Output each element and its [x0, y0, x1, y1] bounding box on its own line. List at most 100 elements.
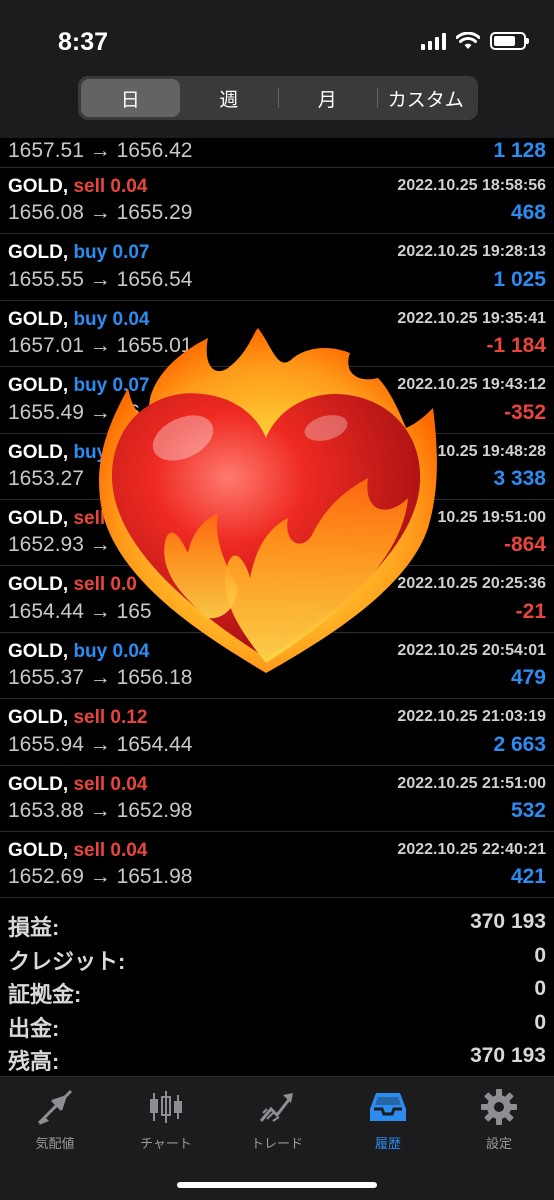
- trade-datetime: 2022.10.25 21:51:00: [397, 774, 546, 792]
- summary-row-withdrawal: 出金: 0: [0, 1007, 554, 1041]
- cellular-signal-icon: [421, 32, 446, 50]
- summary-row-deposit: 証拠金: 0: [0, 973, 554, 1007]
- trade-datetime: 2022.10.25 21:03:19: [397, 708, 546, 726]
- trade-prices: 1655.94 → 1654.44: [8, 732, 193, 756]
- summary-label: 証拠金:: [8, 982, 82, 1007]
- table-row[interactable]: GOLD, sell 0.04 2022.10.25 21:51:00 1653…: [0, 766, 554, 832]
- summary-value: 370 193: [470, 910, 546, 933]
- heart-on-fire-emoji: [99, 328, 437, 673]
- trade-profit: -1 184: [486, 334, 546, 358]
- trade-prices: 1653.88 → 1652.98: [8, 798, 193, 822]
- segment-month[interactable]: 月: [278, 79, 377, 117]
- table-row[interactable]: GOLD, sell 0.04 2022.10.25 18:58:56 1656…: [0, 168, 554, 235]
- table-row[interactable]: GOLD, sell 0.04 2022.10.25 22:40:21 1652…: [0, 832, 554, 899]
- trade-profit: 532: [510, 798, 546, 822]
- table-row[interactable]: GOLD, sell 0.12 2022.10.25 21:03:19 1655…: [0, 699, 554, 766]
- symbol-name: GOLD,: [8, 441, 69, 463]
- segment-week[interactable]: 週: [180, 79, 279, 117]
- trade-side: sell 0.04: [73, 839, 148, 861]
- symbol-name: GOLD,: [8, 176, 69, 197]
- symbol-name: GOLD,: [8, 640, 69, 662]
- symbol-name: GOLD,: [8, 839, 69, 861]
- symbol-name: GOLD,: [8, 773, 69, 795]
- trade-side: sell 0.04: [73, 773, 148, 795]
- trade-datetime: 2022.10.25 19:35:41: [397, 309, 546, 327]
- tab-settings[interactable]: 設定: [444, 1087, 554, 1152]
- segment-day[interactable]: 日: [81, 79, 180, 117]
- trade-datetime: 2022.10.25 18:58:56: [397, 177, 546, 194]
- summary-value: 0: [534, 943, 546, 967]
- trade-datetime: 10.25 19:51:00: [437, 508, 546, 526]
- symbol-name: GOLD,: [8, 308, 69, 330]
- status-bar: 8:37: [0, 0, 554, 70]
- trade-prices: 1652.69 → 1651.98: [8, 865, 193, 889]
- trade-side: buy 0.04: [73, 308, 150, 330]
- tab-history[interactable]: 履歴: [333, 1087, 443, 1152]
- trade-datetime: 10.25 19:48:28: [437, 442, 546, 460]
- tab-chart[interactable]: チャート: [111, 1087, 221, 1152]
- summary-label: 損益:: [8, 915, 60, 940]
- trade-side: buy 0.07: [73, 242, 150, 264]
- battery-icon: [490, 32, 529, 50]
- table-row[interactable]: GOLD, buy 0.07 2022.10.25 19:28:13 1655.…: [0, 234, 554, 301]
- symbol-name: GOLD,: [8, 242, 69, 264]
- wifi-icon: [456, 32, 480, 49]
- trade-symbol: GOLD, sell 0.04: [8, 840, 147, 862]
- tab-label: トレード: [250, 1136, 303, 1151]
- tab-label: 履歴: [374, 1136, 401, 1151]
- trade-trend-icon: [222, 1087, 332, 1127]
- status-time: 8:37: [58, 28, 109, 56]
- trade-profit: 468: [510, 201, 546, 225]
- tab-label: チャート: [140, 1136, 192, 1151]
- tab-quotes[interactable]: 気配値: [0, 1087, 110, 1152]
- status-icons: [421, 32, 529, 50]
- trade-profit: 1 128: [493, 139, 546, 162]
- summary-value: 370 193: [470, 1044, 546, 1067]
- trade-symbol: GOLD, buy 0.07: [8, 242, 150, 264]
- gear-icon: [444, 1087, 554, 1127]
- symbol-name: GOLD,: [8, 707, 69, 729]
- trade-prices: 1655.55 → 1656.54: [8, 267, 193, 291]
- period-selector-bar: 日 週 月 カスタム: [0, 70, 554, 138]
- trade-profit: -21: [515, 599, 546, 623]
- candlestick-chart-icon: [111, 1087, 221, 1127]
- summary-row-credit: クレジット: 0: [0, 940, 554, 974]
- home-indicator: [177, 1182, 377, 1188]
- trade-datetime: 2022.10.25 19:28:13: [397, 243, 546, 261]
- symbol-name: GOLD,: [8, 507, 69, 529]
- tab-label: 気配値: [35, 1136, 75, 1151]
- summary-value: 0: [534, 977, 546, 1000]
- tab-label: 設定: [485, 1136, 512, 1151]
- period-segmented-control: 日 週 月 カスタム: [78, 76, 478, 120]
- table-row[interactable]: 1657.51 → 1656.42 1 128: [0, 138, 554, 168]
- trade-prices: 1653.27: [8, 466, 84, 490]
- trade-symbol: GOLD, sell 0.04: [8, 176, 147, 198]
- segment-custom[interactable]: カスタム: [376, 79, 476, 117]
- symbol-name: GOLD,: [8, 574, 69, 596]
- quotes-arrows-icon: [0, 1087, 110, 1127]
- trade-side: sell 0.12: [73, 707, 148, 729]
- summary-label: クレジット:: [8, 948, 126, 974]
- trade-profit: 1 025: [493, 267, 546, 291]
- summary-value: 0: [534, 1010, 546, 1034]
- trade-profit: -352: [503, 400, 546, 424]
- trade-profit: 421: [510, 865, 546, 889]
- symbol-name: GOLD,: [8, 375, 69, 397]
- trade-prices: 1656.08 → 1655.29: [8, 201, 193, 225]
- summary-row-balance: 残高: 370 193: [0, 1040, 554, 1074]
- trade-profit: 3 338: [493, 466, 546, 490]
- summary-row-profit: 損益: 370 193: [0, 906, 554, 940]
- trade-datetime: 2022.10.25 22:40:21: [397, 840, 546, 858]
- summary-label: 残高:: [8, 1049, 60, 1074]
- trade-symbol: GOLD, sell 0.04: [8, 774, 147, 796]
- trade-profit: -864: [503, 533, 546, 557]
- trade-symbol: GOLD, sell 0.12: [8, 707, 147, 729]
- trade-profit: 479: [510, 666, 546, 690]
- account-summary: 損益: 370 193 クレジット: 0 証拠金: 0 出金: 0 残高: 37…: [0, 906, 554, 1074]
- trade-profit: 2 663: [493, 732, 546, 756]
- trade-prices: 1657.51 → 1656.42: [8, 139, 193, 162]
- summary-label: 出金:: [8, 1015, 60, 1041]
- tab-trade[interactable]: トレード: [222, 1087, 332, 1152]
- history-tray-icon: [333, 1087, 443, 1127]
- trade-side: sell 0.04: [73, 176, 148, 197]
